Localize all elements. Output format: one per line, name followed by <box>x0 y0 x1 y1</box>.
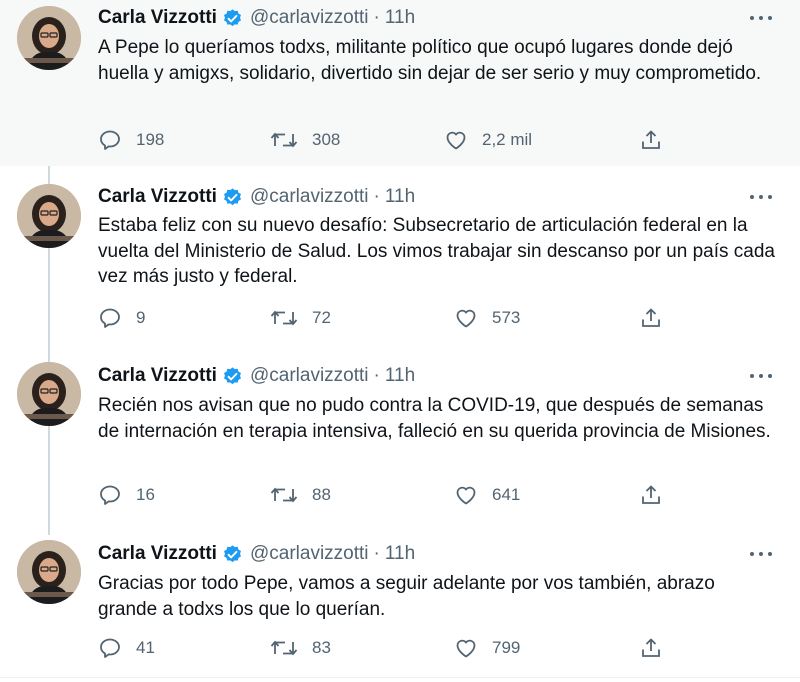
separator: · <box>373 7 380 28</box>
heart-icon <box>444 128 468 152</box>
retweet-count: 72 <box>312 308 331 327</box>
share-button[interactable] <box>639 636 663 660</box>
author-handle[interactable]: @carlavizzotti <box>250 543 369 565</box>
more-options-icon[interactable] <box>750 544 772 564</box>
reply-count: 198 <box>136 130 165 149</box>
more-options-icon[interactable] <box>750 8 772 28</box>
reply-count: 16 <box>136 485 155 504</box>
tweet-header: Carla Vizzotti @carlavizzotti · 11h <box>98 185 415 209</box>
author-name[interactable]: Carla Vizzotti <box>98 7 217 29</box>
reply-button[interactable]: 9 <box>98 306 145 330</box>
timestamp[interactable]: 11h <box>385 365 415 387</box>
share-button[interactable] <box>639 306 663 330</box>
tweet-header: Carla Vizzotti @carlavizzotti · 11h <box>98 6 415 30</box>
reply-button[interactable]: 16 <box>98 483 155 507</box>
retweet-count: 83 <box>312 638 331 657</box>
retweet-icon <box>270 483 298 507</box>
timestamp[interactable]: 11h <box>385 543 415 565</box>
more-options-icon[interactable] <box>750 187 772 207</box>
author-handle[interactable]: @carlavizzotti <box>250 365 369 387</box>
heart-icon <box>454 483 478 507</box>
retweet-icon <box>270 128 298 152</box>
tweet-header: Carla Vizzotti @carlavizzotti · 11h <box>98 542 415 566</box>
avatar[interactable] <box>17 540 81 604</box>
reply-icon <box>98 128 122 152</box>
like-count: 641 <box>492 485 521 504</box>
tweet-text: Recién nos avisan que no pudo contra la … <box>98 395 771 442</box>
share-button[interactable] <box>639 483 663 507</box>
like-count: 2,2 mil <box>482 130 533 149</box>
reply-button[interactable]: 41 <box>98 636 155 660</box>
tweet-header: Carla Vizzotti @carlavizzotti · 11h <box>98 364 415 388</box>
verified-badge-icon <box>222 187 243 208</box>
author-handle[interactable]: @carlavizzotti <box>250 7 369 29</box>
reply-icon <box>98 306 122 330</box>
retweet-button[interactable]: 88 <box>270 483 331 507</box>
separator: · <box>373 365 380 386</box>
share-icon <box>639 636 663 660</box>
verified-badge-icon <box>222 544 243 565</box>
like-button[interactable]: 573 <box>454 306 520 330</box>
tweet-actions: 41 83 799 <box>98 636 698 662</box>
tweet[interactable]: Carla Vizzotti @carlavizzotti · 11h A Pe… <box>0 0 800 166</box>
retweet-count: 308 <box>312 130 341 149</box>
retweet-button[interactable]: 83 <box>270 636 331 660</box>
like-count: 799 <box>492 638 521 657</box>
tweet-text: Gracias por todo Pepe, vamos a seguir ad… <box>98 573 715 620</box>
retweet-icon <box>270 636 298 660</box>
retweet-button[interactable]: 308 <box>270 128 340 152</box>
avatar[interactable] <box>17 6 81 70</box>
retweet-button[interactable]: 72 <box>270 306 331 330</box>
tweet-actions: 9 72 573 <box>98 306 698 332</box>
retweet-icon <box>270 306 298 330</box>
share-button[interactable] <box>639 128 663 152</box>
separator: · <box>373 186 380 207</box>
tweet[interactable]: Carla Vizzotti @carlavizzotti · 11h Grac… <box>0 522 800 682</box>
timestamp[interactable]: 11h <box>385 7 415 29</box>
heart-icon <box>454 636 478 660</box>
tweet-actions: 16 88 641 <box>98 483 698 509</box>
avatar[interactable] <box>17 362 81 426</box>
share-icon <box>639 483 663 507</box>
reply-icon <box>98 483 122 507</box>
author-name[interactable]: Carla Vizzotti <box>98 186 217 208</box>
avatar[interactable] <box>17 184 81 248</box>
retweet-count: 88 <box>312 485 331 504</box>
verified-badge-icon <box>222 8 243 29</box>
tweet[interactable]: Carla Vizzotti @carlavizzotti · 11h Esta… <box>0 166 800 344</box>
share-icon <box>639 306 663 330</box>
reply-count: 41 <box>136 638 155 657</box>
share-icon <box>639 128 663 152</box>
like-count: 573 <box>492 308 521 327</box>
author-name[interactable]: Carla Vizzotti <box>98 365 217 387</box>
more-options-icon[interactable] <box>750 366 772 386</box>
tweet-text: Estaba feliz con su nuevo desafío: Subse… <box>98 215 775 287</box>
like-button[interactable]: 799 <box>454 636 520 660</box>
like-button[interactable]: 641 <box>454 483 520 507</box>
divider <box>0 677 800 678</box>
tweet-text: A Pepe lo queríamos todxs, militante pol… <box>98 37 762 84</box>
heart-icon <box>454 306 478 330</box>
tweet[interactable]: Carla Vizzotti @carlavizzotti · 11h Reci… <box>0 344 800 522</box>
like-button[interactable]: 2,2 mil <box>444 128 532 152</box>
tweet-actions: 198 308 2,2 mil <box>98 128 698 154</box>
verified-badge-icon <box>222 366 243 387</box>
reply-icon <box>98 636 122 660</box>
author-handle[interactable]: @carlavizzotti <box>250 186 369 208</box>
author-name[interactable]: Carla Vizzotti <box>98 543 217 565</box>
timestamp[interactable]: 11h <box>385 186 415 208</box>
reply-count: 9 <box>136 308 146 327</box>
separator: · <box>373 543 380 564</box>
reply-button[interactable]: 198 <box>98 128 164 152</box>
